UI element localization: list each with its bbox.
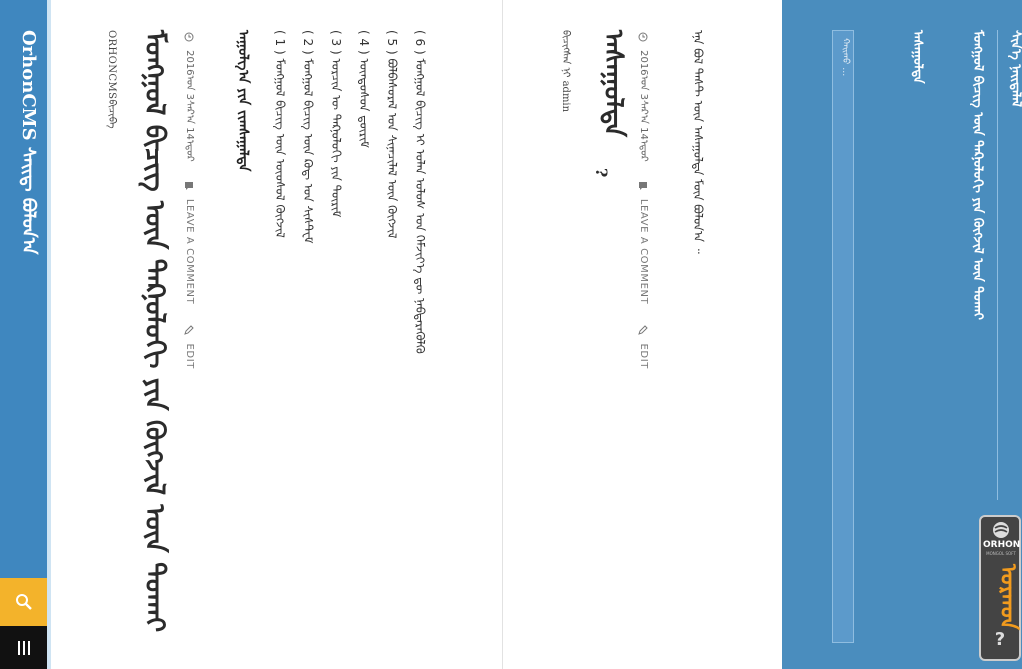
post-meta: 2016ᠣᠨ 3ᠰᠠᠷ᠎ᠠ 14ᠡᠳᠦᠷ LEAVE A COMMENT EDI… [180,32,199,369]
site-title[interactable]: OrhonCMS ᠰᠠᠢᠳ᠋ ᠪᠤᠯᠤᠨ᠎ᠠ [13,30,44,254]
post-date[interactable]: 2016ᠣᠨ 3ᠰᠠᠷ᠎ᠠ 14ᠡᠳᠦᠷ [184,50,195,162]
list-item: ( 5 ) ᠪᠣᠯᠪᠠᠰᠤᠷᠠᠯ ᠤᠨ ᠰᠢᠨᠡᠴᠢᠯᠡᠯ ᠦᠨ ᠬᠥᠭᠵᠢᠯ [385,30,399,239]
leave-comment-link[interactable]: LEAVE A COMMENT [184,199,195,304]
sidebar-link-question[interactable]: ᠠᠰᠠᠭᠤᠯᠲᠠ [906,30,929,84]
sidebar-divider [997,30,998,500]
pencil-icon [184,325,194,336]
search-toggle-button[interactable] [0,578,47,626]
post-title[interactable]: ᠮᠣᠩᠭᠣᠯ ᠪᠢᠴᠢᠭ ᠦᠨ ᠲᠡᠺᠨᠣᠯᠣᠭᠢ ᠶᠢᠨ ᠬᠥᠭᠵᠢᠯ ᠦᠨ … [131,30,178,632]
orhon-logo-icon [993,522,1009,538]
clock-icon [184,32,194,42]
svg-text:?: ? [995,629,1005,649]
leave-comment-link[interactable]: LEAVE A COMMENT [638,199,649,304]
column-divider [502,0,503,669]
edit-link[interactable]: EDIT [184,344,195,369]
post-title-question-mark: ? [592,168,611,178]
list-item: ( 6 ) ᠮᠣᠩᠭᠣᠯ ᠪᠢᠴᠢᠭ ᠢ ᠣᠯᠠᠨ ᠤᠯᠤᠰ ᠤᠨ ᠬᠡᠮᠵᠢᠶ… [413,30,427,354]
badge-brand: ORHON [983,540,1021,550]
list-item: ( 3 ) ᠣᠷᠴᠢᠨ ᠦ ᠲᠡᠺᠨᠣᠯᠣᠭᠢ ᠶᠢᠨ ᠳᠦᠷᠢᠮ [329,30,343,218]
header-edge [47,0,51,669]
list-item: ( 2 ) ᠮᠣᠩᠭᠣᠯ ᠪᠢᠴᠢᠭ ᠦᠨ ᠺᠣᠳ᠋ ᠤᠨ ᠰᠢᠰᠲ᠋ᠧᠮ [301,30,315,244]
post-meta: 2016ᠣᠨ 3ᠰᠠᠷ᠎ᠠ 14ᠡᠳᠦᠷ LEAVE A COMMENT EDI… [634,32,653,369]
post-body: ᠡᠨᠡ ᠪᠣᠯ ᠲᠡᠰᠲ ᠦᠨ ᠠᠰᠠᠭᠤᠯᠲᠠ ᠮᠥᠨ ᠪᠣᠯᠤᠨ᠎ᠠ ᠃ [691,30,705,254]
menu-icon [17,640,30,655]
menu-toggle-button[interactable] [0,626,47,669]
post-date[interactable]: 2016ᠣᠨ 3ᠰᠠᠷ᠎ᠠ 14ᠡᠳᠦᠷ [638,50,649,162]
clock-icon [638,32,648,42]
comment-icon [185,181,193,190]
search-input[interactable] [832,30,854,643]
list-item: ( 1 ) ᠮᠣᠩᠭᠣᠯ ᠪᠢᠴᠢᠭ ᠦᠨ ᠦᠦᠰᠦᠯ ᠬᠥᠭᠵᠢᠯ [273,30,287,238]
search-icon [15,594,32,610]
badge-word: ᠣᠷᠬᠣᠨ [995,564,1021,630]
post-heading: ᠠᠭᠤᠯᠭ᠎ᠠ ᠶᠢᠨ ᠵᠢᠭᠰᠠᠭᠠᠯᠲᠠ [235,30,251,172]
post-title[interactable]: ᠠᠰᠠᠭᠤᠯᠲᠠ [590,30,636,137]
post-author[interactable]: ORHONCMSᠪᠢᠴᠢᠪᠡ [102,30,120,129]
sidebar-link-mongol-script[interactable]: ᠮᠣᠩᠭᠣᠯ ᠪᠢᠴᠢᠭ ᠦᠨ ᠲᠡᠺᠨᠣᠯᠣᠭᠢ ᠶᠢᠨ ᠬᠥᠭᠵᠢᠯ ᠦᠨ … [966,30,989,320]
sidebar-link-recent[interactable]: ᠰᠢᠨ᠎ᠡ ᠨᠡᠢᠲᠡᠯᠡᠯ [1004,30,1022,107]
help-icon[interactable]: ? [990,629,1010,649]
post-author[interactable]: ᠪᠢᠴᠢᠭᠰᠡᠨ ᠨᠢ admin [556,30,574,112]
badge-sub: MONGOL SOFT [986,551,1016,556]
list-item: ( 4 ) ᠦᠨᠳᠦᠰᠦᠨ ᠳ᠋ᠦᠷᠢᠮ [357,30,371,148]
search-placeholder: ᠬᠠᠢᠬᠤ … [840,38,850,77]
comment-icon [639,181,647,190]
pencil-icon [638,325,648,336]
edit-link[interactable]: EDIT [638,344,649,369]
